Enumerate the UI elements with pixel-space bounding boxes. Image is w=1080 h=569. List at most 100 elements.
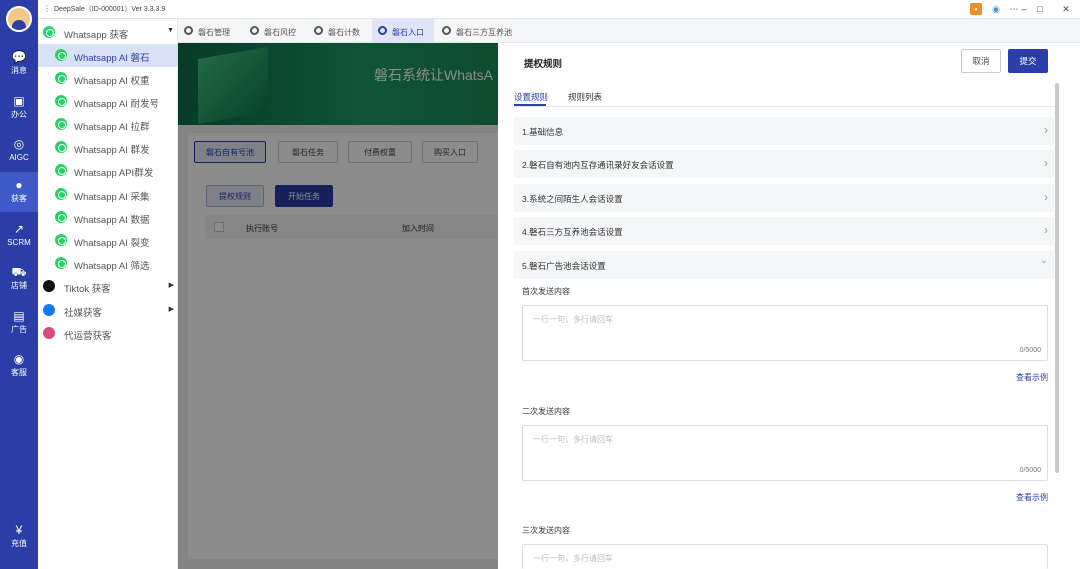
third-send-textarea[interactable]: 一行一句，多行请回车: [522, 544, 1048, 569]
facebook-icon: [43, 304, 55, 316]
tab-icon: [250, 26, 259, 35]
chevron-right-icon: ›: [1044, 156, 1048, 170]
chart-icon: ↗: [13, 222, 25, 236]
side-nav: Whatsapp 获客 ▼ Whatsapp AI 磐石 Whatsapp AI…: [38, 19, 178, 569]
section-ad-pool[interactable]: 5.磐石广告池会话设置 ⌄: [514, 251, 1054, 279]
nav-group-social[interactable]: 社媒获客 ▶: [38, 299, 178, 322]
divider: [514, 106, 1058, 107]
menu-icon[interactable]: ⋮: [43, 4, 51, 13]
whatsapp-icon: [55, 257, 67, 269]
nav-item-collect[interactable]: Whatsapp AI 采集: [38, 183, 178, 206]
scrollbar[interactable]: [1055, 83, 1059, 473]
section-stranger-chat[interactable]: 3.系统之间陌生人会话设置 ›: [514, 184, 1054, 212]
whatsapp-icon: [55, 118, 67, 130]
view-example-link[interactable]: 查看示例: [1016, 492, 1048, 503]
nav-item-weight[interactable]: Whatsapp AI 权重: [38, 67, 178, 90]
modal-overlay[interactable]: [178, 43, 498, 569]
tab-panshi-pool[interactable]: 磐石三方互养池: [436, 19, 536, 43]
tiktok-icon: [43, 280, 55, 292]
rail-item-office[interactable]: ▣ 办公: [0, 88, 38, 128]
chevron-right-icon: ›: [1044, 123, 1048, 137]
avatar[interactable]: [6, 6, 32, 32]
nav-item-filter[interactable]: Whatsapp AI 筛选: [38, 252, 178, 275]
nav-item-fission[interactable]: Whatsapp AI 裂变: [38, 229, 178, 252]
whatsapp-icon: [55, 72, 67, 84]
users-icon: ●: [15, 178, 23, 192]
rail-item-store[interactable]: ⛟ 店铺: [0, 259, 38, 299]
rail-item-messages[interactable]: 💬 消息: [0, 44, 38, 84]
nav-group-agency[interactable]: 代运营获客: [38, 322, 178, 345]
cart-icon: ⛟: [11, 265, 27, 279]
page-tabs: 磐石管理 磐石风控 磐石计数 磐石入口 磐石三方互养池: [178, 19, 1080, 43]
nav-item-group-pull[interactable]: Whatsapp AI 拉群: [38, 113, 178, 136]
caret-right-icon: ▶: [168, 282, 174, 289]
rail-item-acquire[interactable]: ● 获客: [0, 172, 38, 212]
whatsapp-icon: [55, 164, 67, 176]
whatsapp-icon: [55, 211, 67, 223]
rail-item-aigc[interactable]: ◎ AIGC: [0, 131, 38, 171]
second-send-label: 二次发送内容: [522, 407, 570, 416]
whatsapp-icon: [55, 234, 67, 246]
minimize-icon[interactable]: –: [1018, 3, 1030, 15]
gift-icon[interactable]: ▪: [970, 3, 982, 15]
tab-set-rules[interactable]: 设置规则: [514, 91, 548, 103]
close-icon[interactable]: ✕: [1060, 3, 1072, 15]
whatsapp-icon: [55, 95, 67, 107]
char-count: 0/5000: [1019, 467, 1041, 474]
help-icon[interactable]: ◉: [990, 3, 1002, 15]
left-rail: 💬 消息 ▣ 办公 ◎ AIGC ● 获客 ↗ SCRM ⛟ 店铺 ▤ 广告 ◉…: [0, 0, 38, 569]
aigc-icon: ◎: [13, 137, 25, 151]
chevron-right-icon: ›: [1044, 190, 1048, 204]
rail-item-scrm[interactable]: ↗ SCRM: [0, 216, 38, 256]
submit-button[interactable]: 提交: [1008, 49, 1048, 73]
chevron-down-icon: ⌄: [1039, 255, 1048, 266]
tab-icon: [442, 26, 451, 35]
headset-icon: ◉: [13, 352, 25, 366]
tab-icon: [378, 26, 387, 35]
chat-icon: 💬: [11, 50, 27, 64]
title-bar: ⋮ DeepSale（ID-000001）Ver 3.3.3.9 ▪ ◉ ⋯ –…: [38, 0, 1080, 19]
view-example-link[interactable]: 查看示例: [1016, 372, 1048, 383]
nav-item-durable[interactable]: Whatsapp AI 耐发号: [38, 90, 178, 113]
char-count: 0/5000: [1019, 347, 1041, 354]
whatsapp-icon: [55, 49, 67, 61]
caret-right-icon: ▶: [168, 306, 174, 313]
whatsapp-icon: [43, 26, 55, 38]
tab-icon: [314, 26, 323, 35]
whatsapp-icon: [55, 188, 67, 200]
tab-icon: [184, 26, 193, 35]
cancel-button[interactable]: 取消: [961, 49, 1001, 73]
nav-group-whatsapp[interactable]: Whatsapp 获客 ▼: [38, 21, 178, 44]
tab-panshi-manage[interactable]: 磐石管理: [178, 19, 242, 43]
third-send-label: 三次发送内容: [522, 526, 570, 535]
nav-item-api-send[interactable]: Whatsapp API群发: [38, 159, 178, 182]
nav-item-mass-send[interactable]: Whatsapp AI 群发: [38, 136, 178, 159]
rail-item-ads[interactable]: ▤ 广告: [0, 303, 38, 343]
agency-icon: [43, 327, 55, 339]
nav-item-panshi[interactable]: Whatsapp AI 磐石: [38, 44, 178, 67]
drawer-title: 提权规则: [524, 59, 563, 70]
rail-item-service[interactable]: ◉ 客服: [0, 346, 38, 386]
first-send-label: 首次发送内容: [522, 287, 570, 296]
whatsapp-icon: [55, 141, 67, 153]
section-own-pool-chat[interactable]: 2.磐石自有池内互存通讯录好友会话设置 ›: [514, 150, 1054, 178]
maximize-icon[interactable]: □: [1034, 3, 1046, 15]
tab-rule-list[interactable]: 规则列表: [568, 91, 602, 103]
section-third-party-pool[interactable]: 4.磐石三方互养池会话设置 ›: [514, 217, 1054, 245]
chevron-right-icon: ›: [1044, 223, 1048, 237]
rule-drawer: 提权规则 取消 提交 设置规则 规则列表 1.基础信息 › 2.磐石自有池内互存…: [498, 43, 1080, 569]
ads-icon: ▤: [13, 309, 25, 323]
caret-down-icon: ▼: [167, 27, 174, 34]
tab-panshi-count[interactable]: 磐石计数: [308, 19, 372, 43]
rail-item-recharge[interactable]: ¥ 充值: [0, 517, 38, 557]
app-title: DeepSale（ID-000001）Ver 3.3.3.9: [54, 6, 166, 13]
coin-icon: ¥: [15, 523, 23, 537]
first-send-textarea[interactable]: 一行一句，多行请回车 0/5000: [522, 305, 1048, 361]
section-basic-info[interactable]: 1.基础信息 ›: [514, 117, 1054, 145]
second-send-textarea[interactable]: 一行一句，多行请回车 0/5000: [522, 425, 1048, 481]
briefcase-icon: ▣: [13, 94, 25, 108]
tab-panshi-entry[interactable]: 磐石入口: [372, 19, 434, 43]
tab-panshi-risk[interactable]: 磐石风控: [244, 19, 308, 43]
nav-item-data[interactable]: Whatsapp AI 数据: [38, 206, 178, 229]
nav-group-tiktok[interactable]: Tiktok 获客 ▶: [38, 275, 178, 298]
